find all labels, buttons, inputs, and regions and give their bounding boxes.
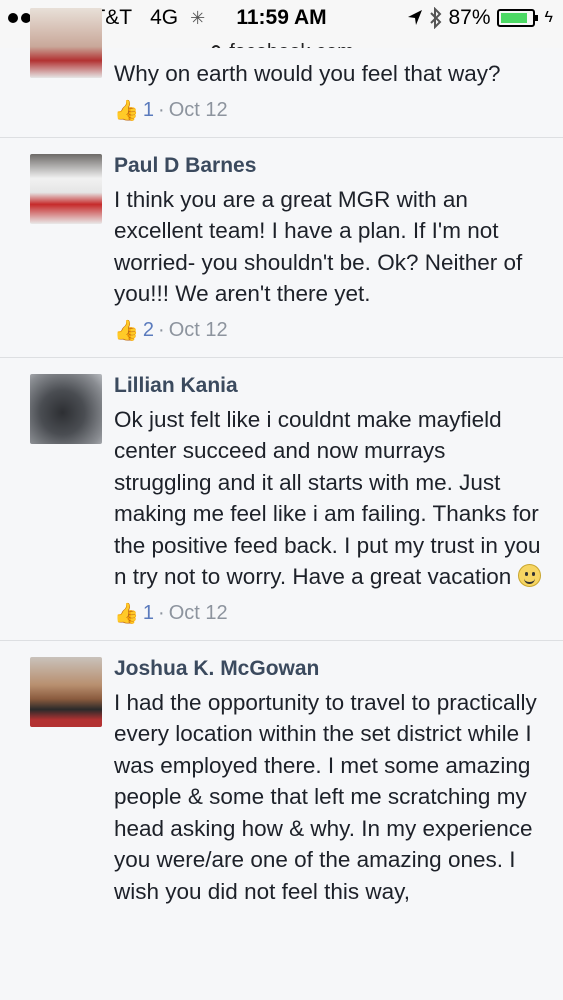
thumbs-up-icon[interactable]: 👍 bbox=[114, 98, 139, 123]
smiley-emoji-icon bbox=[517, 564, 541, 587]
comment-text: I think you are a great MGR with an exce… bbox=[114, 186, 523, 307]
comment-date[interactable]: Oct 12 bbox=[169, 99, 228, 122]
location-arrow-icon bbox=[407, 10, 422, 25]
author-name[interactable]: Lillian Kania bbox=[114, 372, 543, 400]
avatar[interactable] bbox=[30, 373, 102, 444]
battery-level bbox=[500, 13, 527, 23]
status-right: 87% ϟ bbox=[407, 6, 553, 30]
avatar[interactable] bbox=[30, 153, 102, 224]
comment-text: Ok just felt like i couldnt make mayfiel… bbox=[114, 406, 541, 589]
avatar[interactable] bbox=[30, 8, 102, 78]
battery-percent: 87% bbox=[448, 6, 491, 29]
author-name[interactable]: Joshua K. McGowan bbox=[114, 655, 543, 683]
comment-text: Why on earth would you feel that way? bbox=[114, 61, 501, 86]
battery-icon bbox=[496, 9, 538, 27]
comment-item: Why on earth would you feel that way? 👍 … bbox=[0, 8, 563, 138]
like-count[interactable]: 2 bbox=[143, 319, 154, 342]
comment-meta: 👍 2 · Oct 12 bbox=[114, 318, 543, 343]
comment-text: I had the opportunity to travel to pract… bbox=[114, 689, 537, 904]
comment-feed: Why on earth would you feel that way? 👍 … bbox=[0, 8, 563, 921]
comment-date[interactable]: Oct 12 bbox=[169, 602, 228, 625]
comment-meta: 👍 1 · Oct 12 bbox=[114, 98, 543, 123]
meta-separator: · bbox=[158, 318, 165, 341]
comment-item: Joshua K. McGowan I had the opportunity … bbox=[0, 640, 563, 921]
comment-meta: 👍 1 · Oct 12 bbox=[114, 601, 543, 626]
meta-separator: · bbox=[158, 98, 165, 121]
avatar[interactable] bbox=[30, 656, 102, 727]
like-count[interactable]: 1 bbox=[143, 99, 154, 122]
comment-item: Lillian Kania Ok just felt like i couldn… bbox=[0, 357, 563, 641]
charging-icon: ϟ bbox=[544, 9, 553, 26]
author-name[interactable]: Paul D Barnes bbox=[114, 152, 543, 180]
comment-date[interactable]: Oct 12 bbox=[169, 319, 228, 342]
comment-item: Paul D Barnes I think you are a great MG… bbox=[0, 137, 563, 358]
thumbs-up-icon[interactable]: 👍 bbox=[114, 601, 139, 626]
bluetooth-icon bbox=[429, 7, 441, 29]
like-count[interactable]: 1 bbox=[143, 602, 154, 625]
meta-separator: · bbox=[158, 601, 165, 624]
thumbs-up-icon[interactable]: 👍 bbox=[114, 318, 139, 343]
